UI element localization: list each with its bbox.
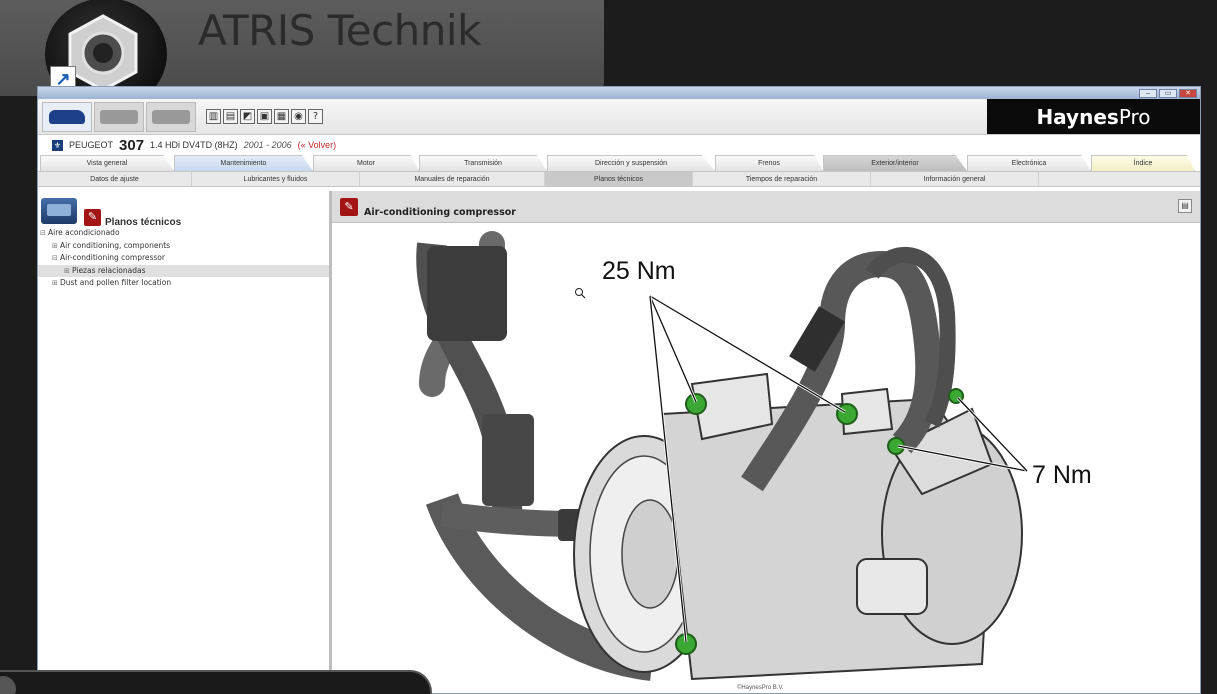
tab-direcci-n-y-suspensi-n[interactable]: Dirección y suspensión [547, 155, 715, 171]
tree-item[interactable]: ⊞ Piezas relacionadas [38, 264, 329, 278]
truck-button[interactable] [146, 101, 196, 132]
tab-electr-nica[interactable]: Electrónica [967, 155, 1091, 171]
tree-item[interactable]: ⊟ Aire acondicionado [38, 227, 329, 240]
vehicle-info: ⚜ PEUGEOT 307 1.4 HDi DV4TD (8HZ) 2001 -… [38, 135, 1200, 155]
subtab-manuales-de-reparaci-n[interactable]: Manuales de reparación [360, 172, 545, 186]
copyright: ©HaynesPro B.V. [737, 685, 784, 691]
expand-toggle-icon[interactable]: ⊞ [64, 265, 72, 278]
car-icon [49, 109, 85, 124]
left-fitting [427, 246, 507, 341]
tab-mantenimiento[interactable]: Mantenimiento [174, 155, 313, 171]
subtab-tiempos-de-reparaci-n[interactable]: Tiempos de reparación [693, 172, 871, 186]
technical-drawing-icon: ✎ [340, 198, 358, 216]
calculator-icon[interactable]: ▦ [274, 109, 289, 124]
expand-toggle-icon[interactable]: ⊟ [52, 252, 60, 265]
subtab-datos-de-ajuste[interactable]: Datos de ajuste [38, 172, 192, 186]
banner-title: ATRIS Technik [198, 6, 481, 55]
left-hose-sleeve [482, 414, 534, 506]
smart-icon [100, 109, 138, 124]
vehicle-model: 307 [119, 136, 145, 154]
sub-tabs: Datos de ajuste Lubricantes y fluidos Manu… [38, 171, 1200, 187]
page-icon[interactable]: ▤ [223, 109, 238, 124]
wrench-icon[interactable]: ◩ [240, 109, 255, 124]
tab-transmisi-n[interactable]: Transmisión [419, 155, 547, 171]
minimize-button[interactable]: – [1139, 88, 1157, 98]
subtab-lubricantes-y-fluidos[interactable]: Lubricantes y fluidos [192, 172, 360, 186]
electrical-plug [856, 558, 928, 615]
haynespro-window: – ▭ ✕ ▥ ▤ ◩ ▣ ▦ ◉? Haynes Pro ⚜ PEUGEOT 307 1.… [37, 86, 1201, 694]
torque-label-7nm: 7 Nm [1032, 461, 1092, 489]
back-link[interactable]: (« Volver) [298, 140, 337, 150]
tree-item-label: Air-conditioning compressor [60, 253, 165, 262]
tab-frenos[interactable]: Frenos [715, 155, 823, 171]
window-titlebar: – ▭ ✕ [38, 87, 1200, 99]
haynespro-logo: Haynes Pro [987, 99, 1200, 134]
peugeot-logo-icon: ⚜ [52, 139, 63, 151]
subtab-planos-t-cnicos[interactable]: Planos técnicos [545, 172, 693, 186]
brand-haynes: Haynes [1036, 104, 1119, 129]
tree-item-label: Dust and pollen filter location [60, 278, 172, 287]
tree-item-label: Piezas relacionadas [72, 265, 146, 275]
tree-item-label: Air conditioning, components [60, 240, 171, 250]
smart-button[interactable] [94, 101, 144, 132]
expand-toggle-icon[interactable]: ⊞ [52, 277, 60, 290]
tree-item[interactable]: ⊞ Air conditioning, components [38, 240, 329, 253]
vehicle-years: 2001 - 2006 [243, 140, 292, 150]
vehicle-engine: 1.4 HDi DV4TD (8HZ) [150, 140, 238, 150]
zoom-cursor-icon [575, 288, 583, 296]
pulley-hub [621, 499, 679, 609]
drawing-title: Air-conditioning compressor [364, 207, 516, 218]
tab-motor[interactable]: Motor [313, 155, 419, 171]
book-icon[interactable]: ▥ [206, 109, 221, 124]
tree-item-label: Aire acondicionado [48, 228, 120, 237]
tree-item[interactable]: ⊟ Air-conditioning compressor [38, 252, 329, 265]
technical-drawing-icon: ✎ [84, 209, 101, 226]
main-tabs: Vista general Mantenimiento Motor Transmisi… [38, 155, 1200, 171]
tree-view: ⊟ Aire acondicionado ⊞ Air conditioning, co… [38, 227, 329, 290]
drawing-panel: ✎ Air-conditioning compressor ▤ 25 Nm 7 … [332, 191, 1200, 693]
compressor-figure: 25 Nm 7 Nm [416, 231, 1092, 681]
tab-exterior-interior[interactable]: Exterior/interior [823, 155, 967, 171]
content-area: ✎ Planos técnicos ⊟ Aire acondicionado ⊞ Ai… [38, 191, 1200, 693]
bolt-25nm-left [685, 393, 707, 415]
help-icon[interactable]: ? [308, 109, 323, 124]
truck-icon [152, 109, 190, 124]
vehicle-select-button[interactable] [42, 101, 92, 132]
expand-toggle-icon[interactable]: ⊞ [52, 240, 60, 253]
subtab-informaci-n-general[interactable]: Información general [871, 172, 1039, 186]
vehicle-make: PEUGEOT [69, 140, 114, 150]
torque-label-25nm: 25 Nm [602, 257, 676, 285]
close-button[interactable]: ✕ [1179, 88, 1197, 98]
tab--ndice[interactable]: Índice [1091, 155, 1195, 171]
toolbar: ▥ ▤ ◩ ▣ ▦ ◉? Haynes Pro [38, 99, 1200, 135]
print-icon[interactable]: ▤ [1178, 199, 1192, 213]
tool-icon-group: ▥ ▤ ◩ ▣ ▦ ◉? [206, 109, 323, 124]
drawing-header: ✎ Air-conditioning compressor ▤ [332, 191, 1200, 223]
sidebar-title: Planos técnicos [105, 217, 182, 228]
document-icon[interactable]: ▣ [257, 109, 272, 124]
expand-toggle-icon[interactable]: ⊟ [40, 227, 48, 240]
sidebar-header: ✎ Planos técnicos [38, 191, 329, 228]
bottom-taskbar-pill [0, 670, 432, 694]
tab-vista-general[interactable]: Vista general [40, 155, 174, 171]
tree-item[interactable]: ⊞ Dust and pollen filter location [38, 277, 329, 290]
bolt-25nm-center [836, 403, 858, 425]
vehicle-folder-icon [41, 198, 77, 224]
gear-icon[interactable]: ◉ [291, 109, 306, 124]
sidebar: ✎ Planos técnicos ⊟ Aire acondicionado ⊞ Ai… [38, 191, 332, 693]
brand-pro: Pro [1118, 104, 1151, 129]
restore-button[interactable]: ▭ [1159, 88, 1177, 98]
